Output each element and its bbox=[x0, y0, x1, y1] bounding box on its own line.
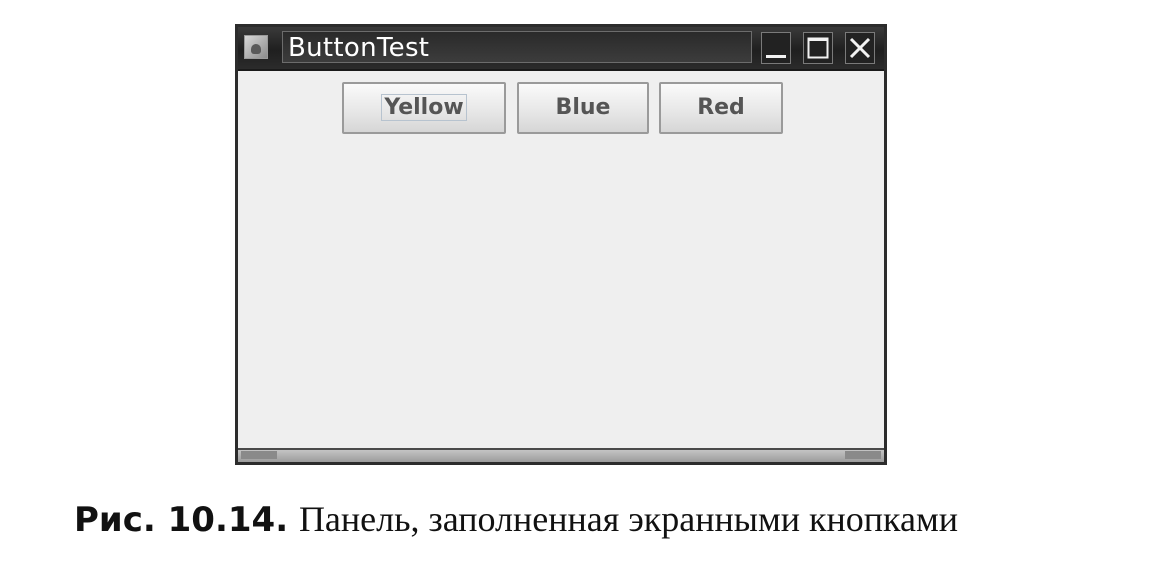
button-panel: Yellow Blue Red bbox=[238, 71, 884, 450]
resize-grip-right[interactable] bbox=[845, 451, 881, 459]
window-title: ButtonTest bbox=[288, 33, 430, 63]
yellow-button[interactable]: Yellow bbox=[342, 82, 506, 134]
yellow-button-label: Yellow bbox=[381, 94, 467, 121]
close-button[interactable] bbox=[845, 32, 875, 64]
title-area: ButtonTest bbox=[282, 31, 752, 63]
minimize-icon bbox=[766, 55, 786, 58]
figure-caption-text: Панель, заполненная экранными кнопками bbox=[298, 499, 959, 539]
resize-grip-left[interactable] bbox=[241, 451, 277, 459]
blue-button-label: Blue bbox=[555, 95, 611, 120]
app-window: ButtonTest Yellow Blue Red bbox=[235, 24, 887, 465]
red-button-label: Red bbox=[697, 95, 745, 120]
red-button[interactable]: Red bbox=[659, 82, 783, 134]
maximize-button[interactable] bbox=[803, 32, 833, 64]
close-icon bbox=[849, 37, 871, 59]
figure-caption: Рис. 10.14. Панель, заполненная экранным… bbox=[74, 497, 958, 542]
title-bar[interactable]: ButtonTest bbox=[238, 27, 884, 71]
figure-number: Рис. 10.14. bbox=[74, 500, 289, 540]
minimize-button[interactable] bbox=[761, 32, 791, 64]
blue-button[interactable]: Blue bbox=[517, 82, 649, 134]
maximize-icon bbox=[807, 37, 829, 59]
window-bottom-border[interactable] bbox=[238, 448, 884, 462]
java-app-icon[interactable] bbox=[244, 35, 268, 59]
